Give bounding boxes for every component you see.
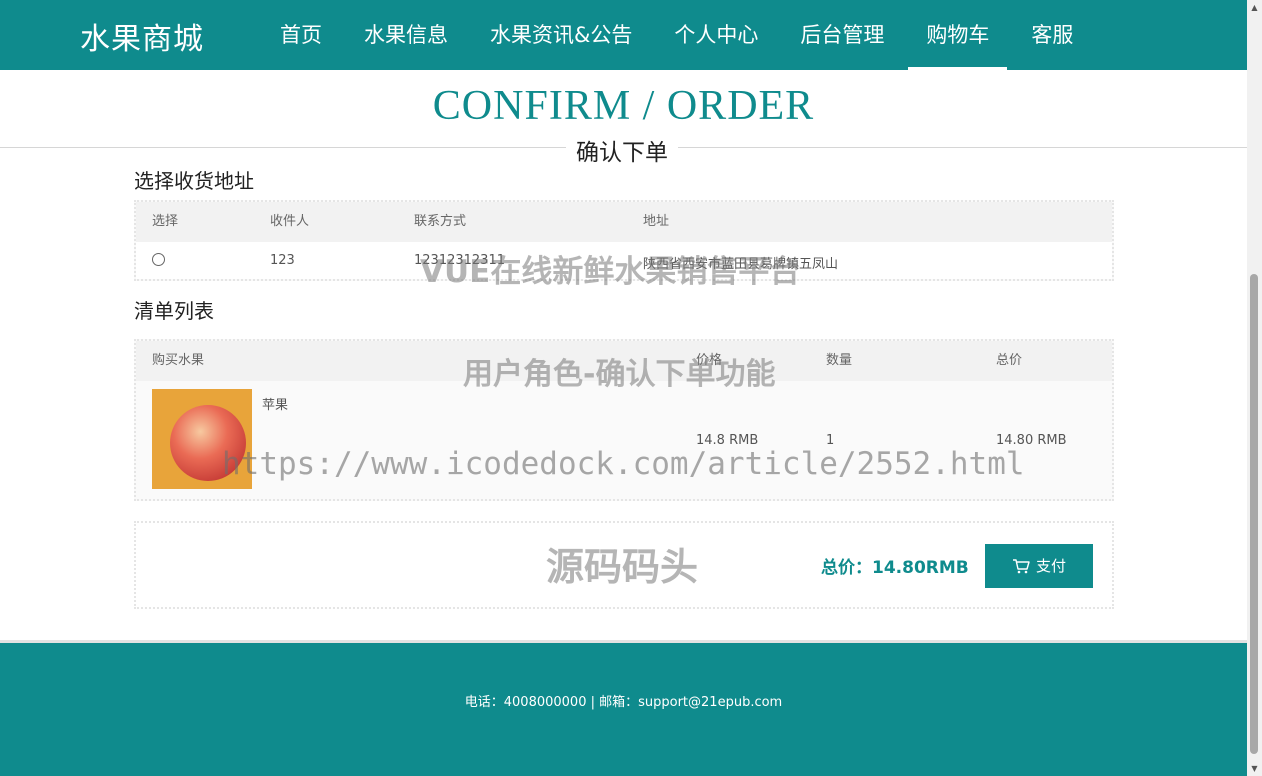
address-recipient: 123 — [270, 253, 295, 268]
item-name: 苹果 — [262, 398, 289, 413]
item-price: 14.8 RMB — [696, 433, 759, 448]
nav-item-news[interactable]: 水果资讯&公告 — [472, 0, 650, 70]
order-list-header: 购买水果 价格 数量 总价 — [136, 341, 1112, 381]
nav-item-admin[interactable]: 后台管理 — [782, 0, 902, 70]
col-phone: 联系方式 — [414, 214, 467, 229]
col-address: 地址 — [643, 214, 670, 229]
address-text: 陕西省西安市蓝田县葛牌镇五凤山 — [643, 257, 839, 272]
scroll-thumb[interactable] — [1250, 274, 1258, 754]
scroll-down-arrow-icon[interactable]: ▼ — [1247, 761, 1262, 776]
pay-button-label: 支付 — [1035, 557, 1066, 575]
apple-image — [152, 389, 252, 489]
pay-button[interactable]: 支付 — [985, 544, 1093, 588]
address-table: 选择 收件人 联系方式 地址 123 12312312311 陕西省西安市蓝田县… — [134, 200, 1114, 281]
address-row[interactable]: 123 12312312311 陕西省西安市蓝田县葛牌镇五凤山 — [136, 242, 1112, 279]
page-scrollbar[interactable]: ▲ ▼ — [1247, 0, 1262, 776]
col-recipient: 收件人 — [270, 214, 310, 229]
site-footer: 电话：4008000000 | 邮箱：support@21epub.com — [0, 640, 1247, 776]
main-nav: 首页 水果信息 水果资讯&公告 个人中心 后台管理 购物车 客服 — [262, 0, 1097, 70]
col-select: 选择 — [152, 214, 179, 229]
apple-icon — [170, 405, 246, 481]
address-phone: 12312312311 — [414, 253, 505, 268]
cart-icon — [1012, 558, 1030, 573]
col-qty: 数量 — [826, 353, 853, 368]
col-total: 总价 — [996, 353, 1023, 368]
nav-item-user-center[interactable]: 个人中心 — [656, 0, 776, 70]
nav-item-home[interactable]: 首页 — [262, 0, 340, 70]
page-title-en: CONFIRM / ORDER — [432, 83, 815, 129]
nav-item-support[interactable]: 客服 — [1013, 0, 1091, 70]
item-total: 14.80 RMB — [996, 433, 1067, 448]
nav-item-fruit-info[interactable]: 水果信息 — [346, 0, 466, 70]
scroll-up-arrow-icon[interactable]: ▲ — [1247, 0, 1262, 15]
address-radio[interactable] — [152, 253, 165, 270]
address-table-header: 选择 收件人 联系方式 地址 — [136, 202, 1112, 242]
nav-item-cart[interactable]: 购物车 — [908, 0, 1008, 70]
order-list-table: 购买水果 价格 数量 总价 苹果 14.8 RMB 1 14.80 RMB — [134, 339, 1114, 501]
checkout-bar: 总价：14.80RMB 支付 — [134, 521, 1114, 609]
top-navbar: 水果商城 首页 水果信息 水果资讯&公告 个人中心 后台管理 购物车 客服 — [0, 0, 1247, 70]
col-fruit: 购买水果 — [152, 353, 205, 368]
item-qty: 1 — [826, 433, 835, 448]
order-total: 总价：14.80RMB — [821, 558, 969, 578]
footer-contact: 电话：4008000000 | 邮箱：support@21epub.com — [464, 695, 783, 710]
col-price: 价格 — [696, 353, 723, 368]
order-item-row: 苹果 14.8 RMB 1 14.80 RMB — [136, 381, 1112, 499]
address-section-title: 选择收货地址 — [134, 169, 254, 193]
site-logo[interactable]: 水果商城 — [80, 14, 204, 58]
list-section-title: 清单列表 — [134, 299, 214, 323]
page-title-cn: 确认下单 — [566, 133, 678, 167]
